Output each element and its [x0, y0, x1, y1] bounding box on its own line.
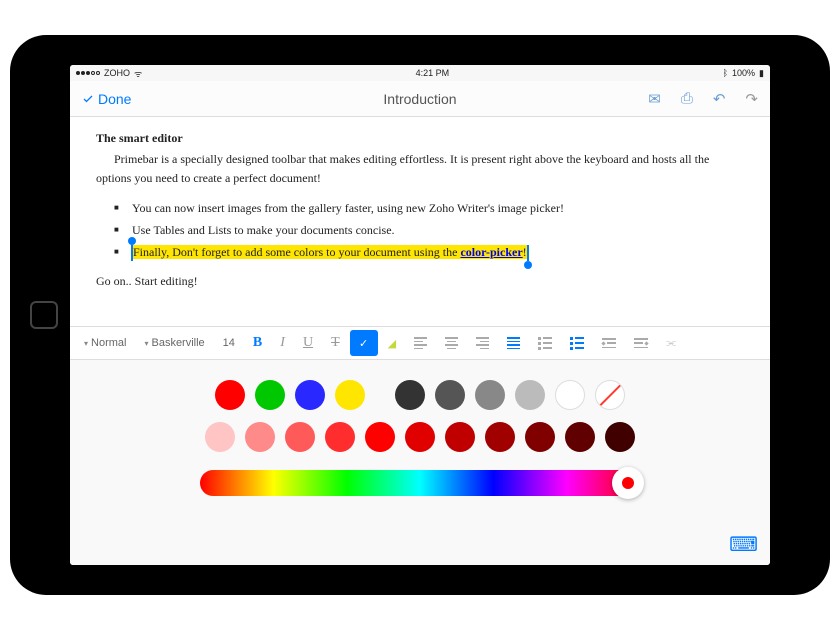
- redo-icon[interactable]: ↷: [745, 90, 758, 108]
- color-swatch[interactable]: [475, 380, 505, 410]
- doc-intro: Primebar is a specially designed toolbar…: [96, 150, 744, 188]
- italic-button[interactable]: I: [272, 330, 293, 356]
- color-picker-panel: ⌨: [70, 360, 770, 565]
- spectrum-slider[interactable]: [200, 470, 640, 496]
- text-color-button[interactable]: ✓: [350, 330, 378, 356]
- undo-icon[interactable]: ↶: [713, 90, 726, 108]
- color-swatch[interactable]: [525, 422, 555, 452]
- color-swatch[interactable]: [595, 380, 625, 410]
- color-swatch[interactable]: [395, 380, 425, 410]
- battery-pct: 100%: [732, 68, 755, 78]
- color-swatch[interactable]: [435, 380, 465, 410]
- battery-icon: ▮: [759, 68, 764, 79]
- color-swatch[interactable]: [335, 380, 365, 410]
- document-area[interactable]: The smart editor Primebar is a specially…: [70, 117, 770, 326]
- doc-outro: Go on.. Start editing!: [96, 272, 744, 291]
- color-swatch[interactable]: [485, 422, 515, 452]
- page-title: Introduction: [383, 91, 456, 107]
- wifi-icon: ᯤ: [134, 67, 142, 80]
- list-bullet-button[interactable]: [562, 330, 592, 356]
- list-item: Use Tables and Lists to make your docume…: [114, 221, 744, 240]
- checkmark-icon: [82, 93, 94, 105]
- mail-icon[interactable]: ✉: [648, 90, 661, 108]
- align-justify-button[interactable]: [499, 330, 528, 356]
- keyboard-toggle-icon[interactable]: ⌨: [729, 532, 758, 557]
- strike-button[interactable]: T: [323, 330, 348, 356]
- color-swatch[interactable]: [405, 422, 435, 452]
- align-left-button[interactable]: [406, 330, 435, 356]
- color-picker-link[interactable]: color-picker: [460, 245, 522, 259]
- color-swatch[interactable]: [255, 380, 285, 410]
- carrier: ZOHO: [104, 68, 130, 78]
- color-swatch[interactable]: [565, 422, 595, 452]
- color-swatch[interactable]: [215, 380, 245, 410]
- list-item: Finally, Don't forget to add some colors…: [114, 243, 744, 262]
- color-swatch[interactable]: [205, 422, 235, 452]
- style-select[interactable]: Normal: [76, 330, 134, 356]
- status-bar: ZOHO ᯤ 4:21 PM ᛒ 100% ▮: [70, 65, 770, 81]
- color-swatch[interactable]: [285, 422, 315, 452]
- list-numbered-button[interactable]: [530, 330, 560, 356]
- color-swatch[interactable]: [325, 422, 355, 452]
- color-swatch[interactable]: [555, 380, 585, 410]
- swatch-row: [205, 422, 635, 452]
- doc-heading: The smart editor: [96, 129, 744, 148]
- highlighted-selection[interactable]: Finally, Don't forget to add some colors…: [132, 245, 528, 259]
- color-swatch[interactable]: [365, 422, 395, 452]
- color-swatch[interactable]: [245, 422, 275, 452]
- color-swatch[interactable]: [515, 380, 545, 410]
- font-select[interactable]: Baskerville: [136, 330, 212, 356]
- home-button[interactable]: [30, 301, 58, 329]
- indent-button[interactable]: [626, 330, 656, 356]
- color-swatch[interactable]: [445, 422, 475, 452]
- underline-button[interactable]: U: [295, 330, 321, 356]
- outdent-button[interactable]: [594, 330, 624, 356]
- bluetooth-icon: ᛒ: [723, 68, 728, 78]
- done-button[interactable]: Done: [82, 91, 131, 107]
- highlight-button[interactable]: ◢: [380, 330, 404, 356]
- font-size[interactable]: 14: [215, 330, 243, 356]
- align-center-button[interactable]: [437, 330, 466, 356]
- spectrum-thumb[interactable]: [612, 467, 644, 499]
- color-swatch[interactable]: [295, 380, 325, 410]
- bold-button[interactable]: B: [245, 330, 270, 356]
- swatch-row: [215, 380, 625, 410]
- clock: 4:21 PM: [416, 68, 450, 78]
- nav-bar: Done Introduction ✉ ⎙ ↶ ↷: [70, 81, 770, 117]
- color-swatch[interactable]: [605, 422, 635, 452]
- format-toolbar: Normal Baskerville 14 B I U T ✓ ◢ ⫘: [70, 326, 770, 360]
- print-icon[interactable]: ⎙: [681, 90, 693, 108]
- align-right-button[interactable]: [468, 330, 497, 356]
- done-label: Done: [98, 91, 131, 107]
- list-item: You can now insert images from the galle…: [114, 199, 744, 218]
- link-button[interactable]: ⫘: [658, 330, 684, 356]
